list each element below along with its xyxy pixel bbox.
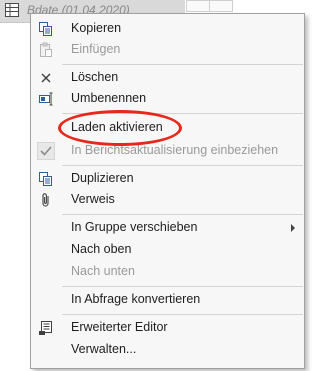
menu-separator: [62, 113, 303, 114]
menu-item-laden-aktivieren[interactable]: Laden aktivieren: [31, 117, 304, 138]
menu-item-verwalten[interactable]: Verwalten...: [31, 339, 304, 360]
menu-item-kopieren[interactable]: Kopieren: [31, 18, 304, 39]
table-icon: [5, 3, 19, 17]
menu-item-label: Nach oben: [71, 242, 132, 256]
menu-item-label: Laden aktivieren: [71, 120, 163, 134]
menu-item-in-abfrage-konvertieren[interactable]: In Abfrage konvertieren: [31, 289, 304, 310]
menu-item-berichtsaktualisierung[interactable]: In Berichtsaktualisierung einbeziehen: [31, 140, 304, 161]
menu-item-label: In Gruppe verschieben: [71, 220, 198, 234]
menu-item-label: Erweiterter Editor: [71, 320, 168, 334]
menu-item-label: Verweis: [71, 192, 115, 206]
paperclip-icon: [37, 191, 55, 208]
menu-item-label: Umbenennen: [71, 91, 147, 105]
menu-item-erweiterter-editor[interactable]: Erweiterter Editor: [31, 317, 304, 338]
grid-cell: [186, 0, 210, 12]
duplicate-icon: [37, 170, 55, 187]
menu-item-label: In Berichtsaktualisierung einbeziehen: [71, 143, 279, 157]
menu-separator: [62, 214, 303, 215]
menu-item-in-gruppe-verschieben[interactable]: In Gruppe verschieben: [31, 217, 304, 238]
menu-item-umbenennen[interactable]: Umbenennen: [31, 88, 304, 109]
checkmark-icon: [37, 141, 55, 160]
menu-separator: [62, 314, 303, 315]
grid-cell: [209, 0, 233, 12]
menu-item-einfuegen[interactable]: Einfügen: [31, 39, 304, 60]
copy-icon: [37, 20, 55, 37]
menu-separator: [62, 165, 303, 166]
menu-item-label: Löschen: [71, 70, 119, 84]
menu-item-label: In Abfrage konvertieren: [71, 292, 201, 306]
advanced-editor-icon: [37, 319, 55, 336]
submenu-arrow-icon: [291, 224, 295, 232]
delete-x-icon: [37, 69, 55, 86]
rename-icon: [37, 90, 55, 107]
paste-icon: [37, 41, 55, 58]
menu-item-label: Kopieren: [71, 21, 122, 35]
menu-item-label: Duplizieren: [71, 171, 134, 185]
menu-separator: [62, 64, 303, 65]
menu-item-label: Einfügen: [71, 42, 121, 56]
menu-separator: [62, 286, 303, 287]
menu-item-label: Nach unten: [71, 264, 135, 278]
menu-item-nach-oben[interactable]: Nach oben: [31, 239, 304, 260]
context-menu: Kopieren Einfügen Löschen Umbenennen Lad…: [30, 13, 305, 369]
menu-item-nach-unten[interactable]: Nach unten: [31, 261, 304, 282]
menu-item-verweis[interactable]: Verweis: [31, 189, 304, 210]
menu-item-loeschen[interactable]: Löschen: [31, 67, 304, 88]
menu-item-duplizieren[interactable]: Duplizieren: [31, 168, 304, 189]
menu-item-label: Verwalten...: [71, 342, 137, 356]
